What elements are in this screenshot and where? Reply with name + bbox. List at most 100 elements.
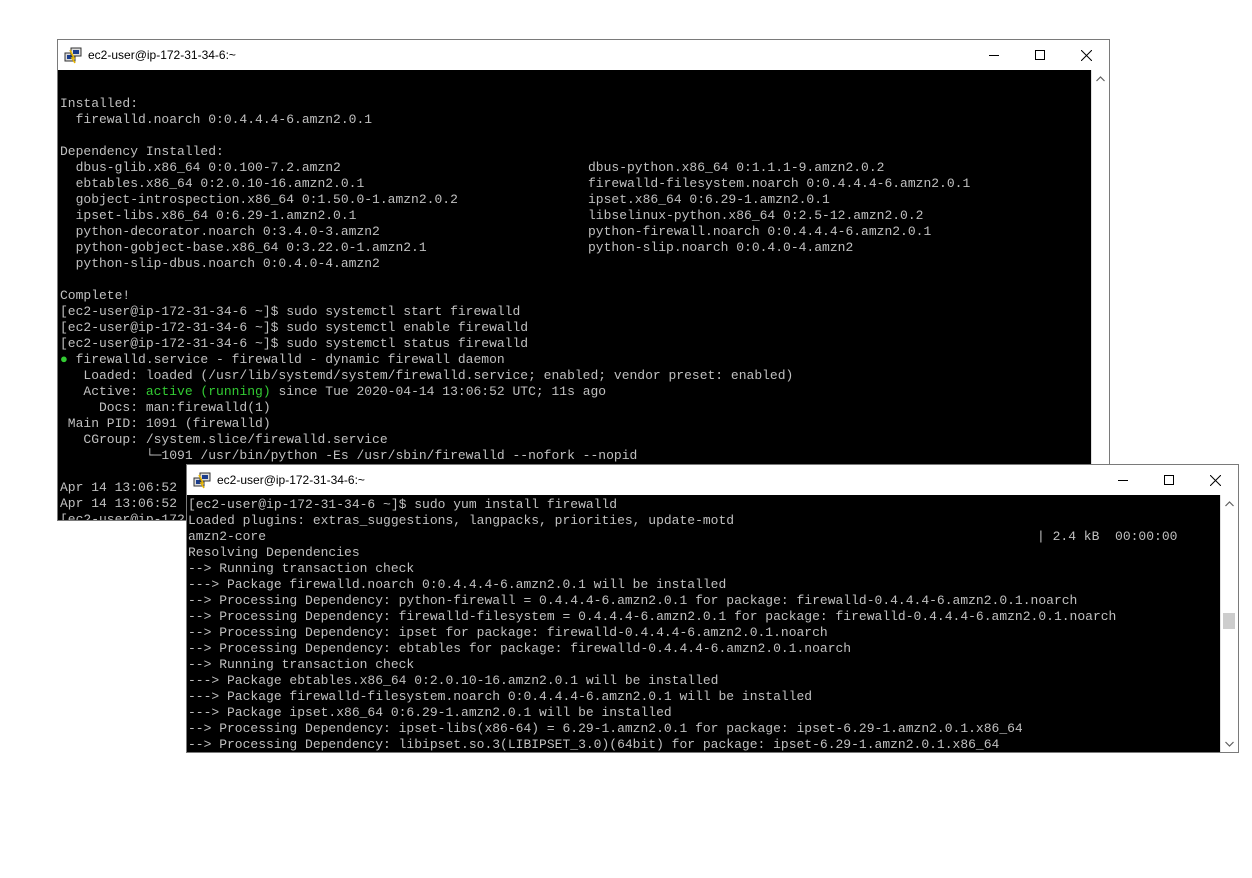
terminal-line-text: [ec2-user@ip-172-31-34-6 ~]$ sudo yum in…: [188, 497, 618, 512]
putty-window-front[interactable]: ec2-user@ip-172-31-34-6:~ [ec2-user@ip-1…: [186, 464, 1239, 753]
terminal-line-text: Dependency Installed:: [60, 144, 224, 159]
terminal-line-text: Docs: man:firewalld(1): [60, 400, 271, 415]
terminal-line-text: [ec2-user@ip-172-31-34-6 ~]$ sudo system…: [60, 320, 529, 335]
putty-icon: [64, 47, 82, 64]
terminal-line: python-decorator.noarch 0:3.4.0-3.amzn2 p…: [60, 224, 1092, 240]
terminal-line-text: ipset-libs.x86_64 0:6.29-1.amzn2.0.1: [60, 208, 357, 223]
terminal-line-text: --> Processing Dependency: firewalld-fil…: [188, 609, 1117, 624]
terminal-line: --> Running transaction check: [188, 657, 1221, 673]
putty-window-back[interactable]: ec2-user@ip-172-31-34-6:~ Installed: fir…: [57, 39, 1110, 521]
terminal-line-text: firewalld.service - firewalld - dynamic …: [67, 352, 505, 367]
terminal-line-text: Loaded: loaded (/usr/lib/systemd/system/…: [60, 368, 794, 383]
terminal-line-text: --> Processing Dependency: ipset for pac…: [188, 625, 828, 640]
scroll-down-button[interactable]: [1221, 735, 1238, 752]
terminal-line-text: --> Processing Dependency: ipset-libs(x8…: [188, 721, 1023, 736]
minimize-icon: [989, 55, 999, 56]
putty-icon: [193, 472, 211, 489]
terminal-line-text: Installed:: [60, 96, 139, 111]
terminal-line: Active: active (running) since Tue 2020-…: [60, 384, 1092, 400]
terminal-line: ---> Package firewalld-filesystem.noarch…: [188, 689, 1221, 705]
terminal-line: gobject-introspection.x86_64 0:1.50.0-1.…: [60, 192, 1092, 208]
scroll-up-arrow-icon: [1225, 500, 1234, 506]
terminal-line: python-slip-dbus.noarch 0:0.4.0-4.amzn2: [60, 256, 1092, 272]
terminal-line-column2: python-slip.noarch 0:0.4.0-4.amzn2: [588, 240, 854, 255]
terminal-line-text: Apr 14 13:06:52: [60, 480, 178, 495]
scrollbar-thumb[interactable]: [1223, 613, 1235, 629]
minimize-button[interactable]: [971, 40, 1017, 70]
status-dot: ●: [60, 352, 68, 367]
terminal-line-text: --> Running transaction check: [188, 657, 415, 672]
terminal-line: dbus-glib.x86_64 0:0.100-7.2.amzn2 dbus-p…: [60, 160, 1092, 176]
maximize-icon: [1035, 50, 1045, 60]
terminal-line-text: ---> Package firewalld.noarch 0:0.4.4.4-…: [188, 577, 727, 592]
terminal-line: --> Processing Dependency: libipset.so.3…: [188, 737, 1221, 752]
terminal-line: ipset-libs.x86_64 0:6.29-1.amzn2.0.1 libs…: [60, 208, 1092, 224]
terminal-line-column2: dbus-python.x86_64 0:1.1.1-9.amzn2.0.2: [588, 160, 885, 175]
terminal-output[interactable]: [ec2-user@ip-172-31-34-6 ~]$ sudo yum in…: [187, 495, 1221, 752]
terminal-line: ---> Package ebtables.x86_64 0:2.0.10-16…: [188, 673, 1221, 689]
window-titlebar[interactable]: ec2-user@ip-172-31-34-6:~: [187, 465, 1238, 495]
terminal-line: ● firewalld.service - firewalld - dynami…: [60, 352, 1092, 368]
terminal-line: ---> Package ipset.x86_64 0:6.29-1.amzn2…: [188, 705, 1221, 721]
vertical-scrollbar[interactable]: [1220, 495, 1238, 752]
scroll-up-button[interactable]: [1221, 495, 1238, 512]
vertical-scrollbar[interactable]: [1091, 70, 1109, 520]
close-icon: [1080, 49, 1092, 61]
terminal-output[interactable]: Installed: firewalld.noarch 0:0.4.4.4-6.…: [58, 70, 1092, 520]
terminal-line-text: [ec2-user@ip-172: [60, 512, 185, 520]
terminal-line-text: Loaded plugins: extras_suggestions, lang…: [188, 513, 735, 528]
terminal-line-column2: python-firewall.noarch 0:0.4.4.4-6.amzn2…: [588, 224, 932, 239]
minimize-icon: [1118, 480, 1128, 481]
terminal-line-text: ---> Package firewalld-filesystem.noarch…: [188, 689, 813, 704]
terminal-line: Resolving Dependencies: [188, 545, 1221, 561]
terminal-line: ebtables.x86_64 0:2.0.10-16.amzn2.0.1 fir…: [60, 176, 1092, 192]
terminal-line-text: [ec2-user@ip-172-31-34-6 ~]$ sudo system…: [60, 304, 521, 319]
terminal-line-text: ---> Package ipset.x86_64 0:6.29-1.amzn2…: [188, 705, 672, 720]
terminal-line: Loaded: loaded (/usr/lib/systemd/system/…: [60, 368, 1092, 384]
terminal-line: └─1091 /usr/bin/python -Es /usr/sbin/fir…: [60, 448, 1092, 464]
terminal-line: [ec2-user@ip-172-31-34-6 ~]$ sudo system…: [60, 336, 1092, 352]
close-button[interactable]: [1192, 465, 1238, 495]
maximize-button[interactable]: [1017, 40, 1063, 70]
terminal-line: CGroup: /system.slice/firewalld.service: [60, 432, 1092, 448]
terminal-line-text: --> Running transaction check: [188, 561, 415, 576]
window-title: ec2-user@ip-172-31-34-6:~: [217, 473, 365, 487]
terminal-line-text: └─1091 /usr/bin/python -Es /usr/sbin/fir…: [60, 448, 638, 463]
terminal-line: --> Processing Dependency: ebtables for …: [188, 641, 1221, 657]
terminal-line-text: --> Processing Dependency: libipset.so.3…: [188, 737, 1000, 752]
terminal-line: --> Processing Dependency: ipset for pac…: [188, 625, 1221, 641]
active-status-text: active (running): [145, 384, 271, 399]
scroll-up-button[interactable]: [1092, 70, 1109, 87]
terminal-line-column2: libselinux-python.x86_64 0:2.5-12.amzn2.…: [588, 208, 924, 223]
terminal-line-text: CGroup: /system.slice/firewalld.service: [60, 432, 388, 447]
terminal-line-text: Active:: [60, 384, 146, 399]
terminal-line-text: ebtables.x86_64 0:2.0.10-16.amzn2.0.1: [60, 176, 365, 191]
terminal-line-text: python-gobject-base.x86_64 0:3.22.0-1.am…: [60, 240, 427, 255]
scroll-down-arrow-icon: [1225, 741, 1234, 747]
terminal-line-text: Complete!: [60, 288, 131, 303]
terminal-line-text: python-slip-dbus.noarch 0:0.4.0-4.amzn2: [60, 256, 380, 271]
terminal-line: --> Processing Dependency: ipset-libs(x8…: [188, 721, 1221, 737]
terminal-line-column2: ipset.x86_64 0:6.29-1.amzn2.0.1: [588, 192, 830, 207]
terminal-line-text: amzn2-core: [188, 529, 267, 544]
terminal-line-column2: | 2.4 kB 00:00:00: [1037, 529, 1178, 544]
terminal-line-column2: firewalld-filesystem.noarch 0:0.4.4.4-6.…: [588, 176, 971, 191]
terminal-line-text: --> Processing Dependency: python-firewa…: [188, 593, 1078, 608]
window-titlebar[interactable]: ec2-user@ip-172-31-34-6:~: [58, 40, 1109, 70]
terminal-line-text: firewalld.noarch 0:0.4.4.4-6.amzn2.0.1: [60, 112, 373, 127]
scroll-up-arrow-icon: [1096, 75, 1105, 81]
terminal-line: --> Running transaction check: [188, 561, 1221, 577]
terminal-line: [ec2-user@ip-172-31-34-6 ~]$ sudo yum in…: [188, 497, 1221, 513]
terminal-line: Main PID: 1091 (firewalld): [60, 416, 1092, 432]
terminal-line-text: --> Processing Dependency: ebtables for …: [188, 641, 852, 656]
close-button[interactable]: [1063, 40, 1109, 70]
terminal-line: Docs: man:firewalld(1): [60, 400, 1092, 416]
terminal-line: Loaded plugins: extras_suggestions, lang…: [188, 513, 1221, 529]
terminal-line: Complete!: [60, 288, 1092, 304]
minimize-button[interactable]: [1100, 465, 1146, 495]
maximize-button[interactable]: [1146, 465, 1192, 495]
terminal-line: [ec2-user@ip-172-31-34-6 ~]$ sudo system…: [60, 320, 1092, 336]
terminal-line-text: gobject-introspection.x86_64 0:1.50.0-1.…: [60, 192, 458, 207]
